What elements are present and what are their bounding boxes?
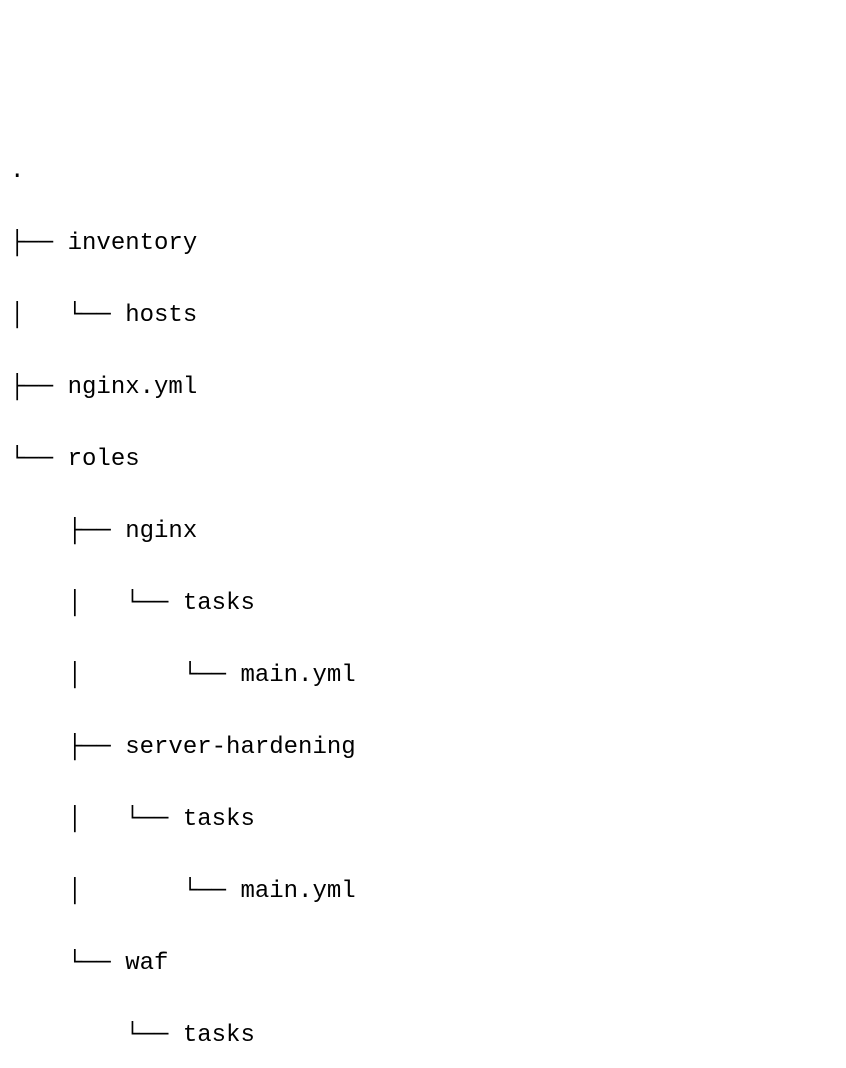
tree-line: └── roles (10, 442, 836, 478)
tree-line: ├── nginx.yml (10, 370, 836, 406)
tree-line: └── tasks (10, 1018, 836, 1054)
tree-line: │ └── main.yml (10, 874, 836, 910)
tree-line: │ └── main.yml (10, 658, 836, 694)
tree-line: │ └── tasks (10, 586, 836, 622)
tree-line: └── waf (10, 946, 836, 982)
tree-line: ├── inventory (10, 226, 836, 262)
tree-line: ├── nginx (10, 514, 836, 550)
tree-root: . (10, 154, 836, 190)
tree-line: ├── server-hardening (10, 730, 836, 766)
tree-line: │ └── tasks (10, 802, 836, 838)
tree-line: │ └── hosts (10, 298, 836, 334)
